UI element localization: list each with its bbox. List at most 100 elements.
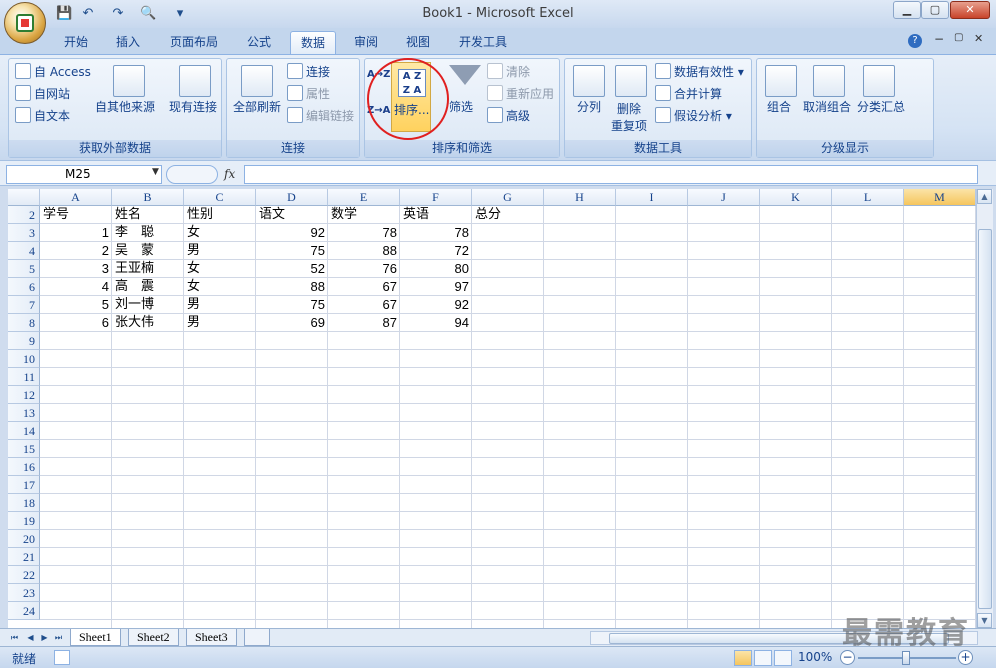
vertical-scroll-thumb[interactable] [978, 229, 992, 609]
cell-d6[interactable]: 88 [256, 278, 328, 296]
from-web-button[interactable]: 自网站 [15, 84, 70, 104]
cell-b2[interactable]: 姓名 [112, 206, 184, 224]
close-button[interactable]: ✕ [950, 1, 990, 19]
existing-connections-button[interactable]: 现有连接 [169, 97, 217, 117]
cell-a4[interactable]: 2 [40, 242, 112, 260]
tab-formulas[interactable]: 公式 [237, 31, 281, 54]
connections-button[interactable]: 连接 [287, 62, 330, 82]
cell-b7[interactable]: 刘一博 [112, 296, 184, 314]
cell-b3[interactable]: 李 聪 [112, 224, 184, 242]
tab-home[interactable]: 开始 [54, 31, 98, 54]
cell-e4[interactable]: 88 [328, 242, 400, 260]
text-to-columns-button[interactable]: 分列 [577, 97, 601, 117]
column-header-g[interactable]: G [472, 189, 544, 206]
tab-data[interactable]: 数据 [290, 31, 337, 54]
other-sources-button[interactable]: 自其他来源 [95, 97, 155, 117]
tab-review[interactable]: 审阅 [344, 31, 388, 54]
remove-duplicates-button[interactable]: 删除 重复项 [611, 101, 647, 135]
column-header-k[interactable]: K [760, 189, 832, 206]
column-header-m[interactable]: M [904, 189, 976, 206]
cell-c5[interactable]: 女 [184, 260, 256, 278]
row-header-8[interactable]: 8 [8, 314, 40, 332]
zoom-level[interactable]: 100% [798, 650, 832, 664]
column-header-l[interactable]: L [832, 189, 904, 206]
row-header-21[interactable]: 21 [8, 548, 40, 566]
cell-g2[interactable]: 总分 [472, 206, 544, 224]
column-header-d[interactable]: D [256, 189, 328, 206]
column-header-a[interactable]: A [40, 189, 112, 206]
column-header-f[interactable]: F [400, 189, 472, 206]
insert-function-icon[interactable]: fx [224, 165, 244, 184]
cell-d8[interactable]: 69 [256, 314, 328, 332]
row-header-11[interactable]: 11 [8, 368, 40, 386]
worksheet-grid[interactable]: ABCDEFGHIJKLM 2 3 4 5 6 7 8 9 10 11 12 13 14 15 16 17 18… [8, 189, 976, 630]
cell-b5[interactable]: 王亚楠 [112, 260, 184, 278]
sheet-tab-sheet3[interactable]: Sheet3 [186, 629, 237, 646]
row-header-20[interactable]: 20 [8, 530, 40, 548]
row-header-18[interactable]: 18 [8, 494, 40, 512]
sheet-tab-sheet2[interactable]: Sheet2 [128, 629, 179, 646]
group-button[interactable]: 组合 [767, 97, 791, 117]
cell-d7[interactable]: 75 [256, 296, 328, 314]
cell-d3[interactable]: 92 [256, 224, 328, 242]
consolidate-button[interactable]: 合并计算 [655, 84, 722, 104]
row-header-12[interactable]: 12 [8, 386, 40, 404]
cell-d2[interactable]: 语文 [256, 206, 328, 224]
row-header-22[interactable]: 22 [8, 566, 40, 584]
cell-f6[interactable]: 97 [400, 278, 472, 296]
cell-d4[interactable]: 75 [256, 242, 328, 260]
tab-insert[interactable]: 插入 [106, 31, 150, 54]
filter-button[interactable]: 筛选 [449, 97, 473, 117]
advanced-filter-button[interactable]: 高级 [487, 106, 530, 126]
row-header-19[interactable]: 19 [8, 512, 40, 530]
cell-e3[interactable]: 78 [328, 224, 400, 242]
cell-b6[interactable]: 高 震 [112, 278, 184, 296]
row-header-7[interactable]: 7 [8, 296, 40, 314]
row-header-16[interactable]: 16 [8, 458, 40, 476]
row-header-24[interactable]: 24 [8, 602, 40, 620]
row-header-13[interactable]: 13 [8, 404, 40, 422]
insert-sheet-icon[interactable] [244, 629, 270, 646]
row-header-3[interactable]: 3 [8, 224, 40, 242]
cell-f4[interactable]: 72 [400, 242, 472, 260]
cell-e2[interactable]: 数学 [328, 206, 400, 224]
page-layout-view-icon[interactable] [754, 650, 772, 666]
row-header-6[interactable]: 6 [8, 278, 40, 296]
restore-button[interactable]: ▢ [921, 1, 949, 19]
cell-a7[interactable]: 5 [40, 296, 112, 314]
row-header-17[interactable]: 17 [8, 476, 40, 494]
edit-links-button[interactable]: 编辑链接 [287, 106, 354, 126]
what-if-button[interactable]: 假设分析 ▾ [655, 106, 732, 126]
cell-a5[interactable]: 3 [40, 260, 112, 278]
tab-developer[interactable]: 开发工具 [449, 31, 517, 54]
normal-view-icon[interactable] [734, 650, 752, 666]
cell-e8[interactable]: 87 [328, 314, 400, 332]
column-header-b[interactable]: B [112, 189, 184, 206]
cell-a3[interactable]: 1 [40, 224, 112, 242]
data-validation-button[interactable]: 数据有效性 ▾ [655, 62, 744, 82]
cell-b8[interactable]: 张大伟 [112, 314, 184, 332]
ungroup-button[interactable]: 取消组合 [803, 97, 851, 117]
name-box[interactable]: M25 [6, 165, 162, 184]
subtotal-button[interactable]: 分类汇总 [857, 97, 905, 117]
vertical-scrollbar[interactable]: ▲ ▼ [976, 189, 993, 630]
zoom-slider-knob[interactable] [902, 651, 910, 665]
cell-a2[interactable]: 学号 [40, 206, 112, 224]
column-header-h[interactable]: H [544, 189, 616, 206]
from-text-button[interactable]: 自文本 [15, 106, 70, 126]
row-header-9[interactable]: 9 [8, 332, 40, 350]
cell-c8[interactable]: 男 [184, 314, 256, 332]
minimize-button[interactable]: ▁ [893, 1, 921, 19]
cell-a8[interactable]: 6 [40, 314, 112, 332]
sheet-tab-sheet1[interactable]: Sheet1 [70, 629, 121, 646]
ribbon-restore-icon[interactable]: ▢ [954, 32, 963, 43]
tab-page-layout[interactable]: 页面布局 [160, 31, 228, 54]
page-break-view-icon[interactable] [774, 650, 792, 666]
row-header-4[interactable]: 4 [8, 242, 40, 260]
cell-e7[interactable]: 67 [328, 296, 400, 314]
reapply-button[interactable]: 重新应用 [487, 84, 554, 104]
cell-f3[interactable]: 78 [400, 224, 472, 242]
zoom-in-icon[interactable]: + [958, 650, 973, 665]
cell-f5[interactable]: 80 [400, 260, 472, 278]
scroll-up-icon[interactable]: ▲ [977, 189, 992, 204]
